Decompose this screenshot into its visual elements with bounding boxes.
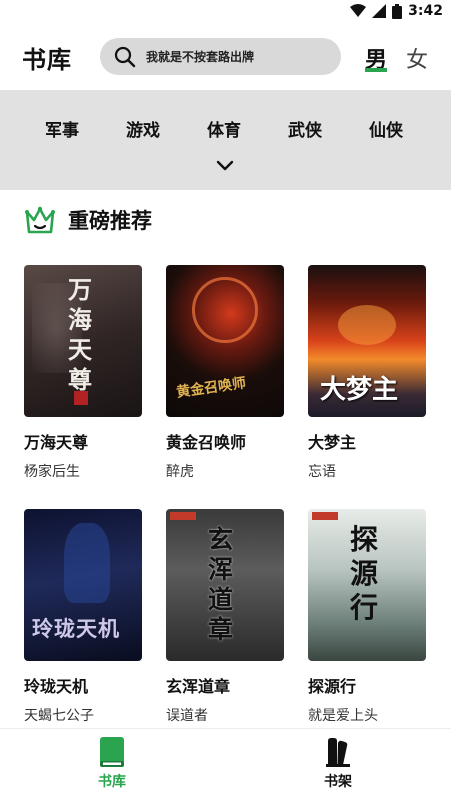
category-item[interactable]: 军事 bbox=[45, 116, 79, 141]
cover-title-text: 玄浑道章 bbox=[208, 525, 234, 644]
nav-label-library: 书库 bbox=[98, 774, 126, 790]
book-card[interactable]: 大梦主 大梦主 忘语 bbox=[308, 265, 426, 481]
gender-tab-indicator bbox=[365, 68, 387, 72]
book-title: 大梦主 bbox=[308, 433, 357, 452]
bottom-nav: 书库 书架 bbox=[0, 728, 451, 800]
book-cover: 探源行 bbox=[308, 509, 426, 661]
status-icons: 3:42 bbox=[350, 3, 443, 19]
book-title: 探源行 bbox=[308, 677, 357, 696]
book-title: 玲珑天机 bbox=[24, 677, 89, 696]
signal-icon bbox=[372, 4, 387, 18]
book-cover: 玲珑天机 bbox=[24, 509, 142, 661]
chevron-down-icon[interactable] bbox=[216, 160, 234, 172]
cover-title-text: 探源行 bbox=[350, 523, 379, 624]
wifi-icon bbox=[350, 4, 367, 17]
book-author: 忘语 bbox=[308, 464, 336, 480]
section-title: 重磅推荐 bbox=[68, 209, 152, 233]
book-card[interactable]: 万海天尊 万海天尊 杨家后生 bbox=[24, 265, 142, 481]
book-author: 醉虎 bbox=[166, 464, 194, 480]
section-header: 重磅推荐 bbox=[24, 200, 152, 240]
book-card[interactable]: 探源行 探源行 就是爱上头 bbox=[308, 509, 426, 725]
book-cover: 大梦主 bbox=[308, 265, 426, 417]
category-panel: 军事 游戏 体育 武侠 仙侠 bbox=[0, 90, 451, 190]
nav-item-library[interactable]: 书库 bbox=[72, 735, 152, 791]
search-icon bbox=[114, 46, 136, 67]
status-bar: 3:42 bbox=[0, 0, 451, 24]
category-item[interactable]: 仙侠 bbox=[369, 116, 403, 141]
gender-tab-female[interactable]: 女 bbox=[406, 42, 428, 74]
header: 书库 我就是不按套路出牌 男 女 bbox=[0, 24, 451, 90]
book-icon bbox=[100, 737, 124, 767]
book-author: 杨家后生 bbox=[24, 464, 80, 480]
book-author: 就是爱上头 bbox=[308, 708, 378, 724]
battery-icon bbox=[392, 3, 403, 19]
category-item[interactable]: 武侠 bbox=[288, 116, 322, 141]
book-cover: 黄金召唤师 bbox=[166, 265, 284, 417]
book-author: 误道者 bbox=[166, 708, 208, 724]
nav-label-bookshelf: 书架 bbox=[324, 774, 352, 790]
book-cover: 万海天尊 bbox=[24, 265, 142, 417]
category-item[interactable]: 游戏 bbox=[126, 116, 160, 141]
book-card[interactable]: 玲珑天机 玲珑天机 天蝎七公子 bbox=[24, 509, 142, 725]
book-cover: 玄浑道章 bbox=[166, 509, 284, 661]
search-input[interactable]: 我就是不按套路出牌 bbox=[100, 38, 341, 75]
page-title: 书库 bbox=[22, 46, 72, 74]
category-item[interactable]: 体育 bbox=[207, 116, 241, 141]
search-placeholder: 我就是不按套路出牌 bbox=[146, 50, 255, 64]
bookshelf-icon bbox=[326, 738, 350, 767]
book-card[interactable]: 玄浑道章 玄浑道章 误道者 bbox=[166, 509, 284, 725]
book-card[interactable]: 黄金召唤师 黄金召唤师 醉虎 bbox=[166, 265, 284, 481]
cover-title-text: 万海天尊 bbox=[68, 275, 92, 394]
cover-title-text: 黄金召唤师 bbox=[175, 375, 248, 401]
book-title: 万海天尊 bbox=[24, 433, 89, 452]
book-author: 天蝎七公子 bbox=[24, 708, 94, 724]
nav-item-bookshelf[interactable]: 书架 bbox=[298, 735, 378, 791]
cover-title-text: 大梦主 bbox=[320, 375, 399, 405]
book-title: 玄浑道章 bbox=[166, 677, 231, 696]
status-time: 3:42 bbox=[408, 3, 443, 19]
book-title: 黄金召唤师 bbox=[166, 433, 247, 452]
crown-icon bbox=[25, 206, 55, 234]
cover-title-text: 玲珑天机 bbox=[32, 616, 120, 641]
